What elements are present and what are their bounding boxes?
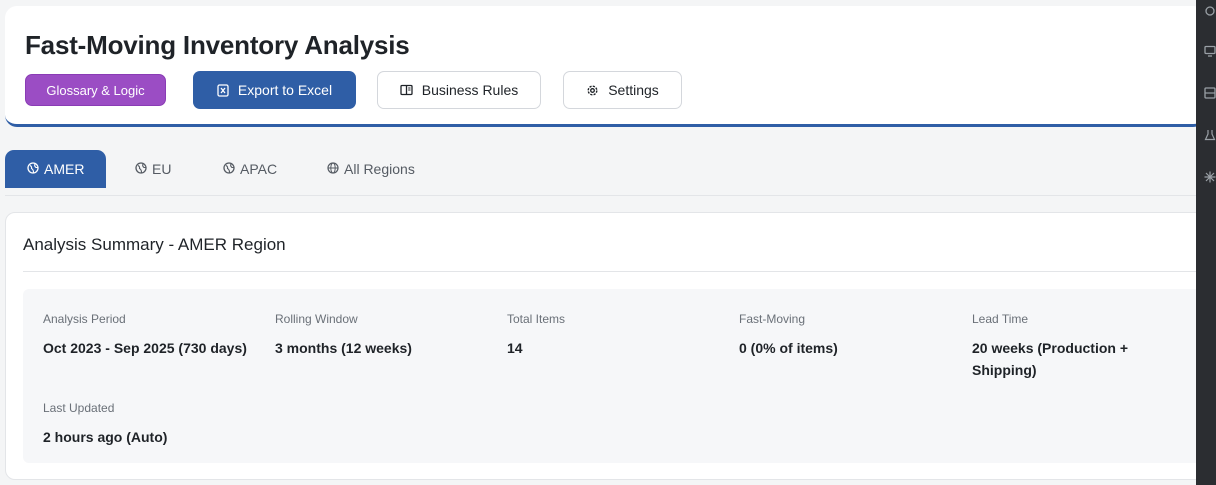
tab-all-regions[interactable]: All Regions — [327, 150, 415, 188]
stat-value: 3 months (12 weeks) — [275, 340, 412, 356]
tab-eu-label: EU — [152, 161, 172, 177]
globe-icon — [135, 161, 147, 177]
stat-label: Fast-Moving — [739, 312, 806, 326]
business-rules-button[interactable]: Business Rules — [377, 71, 541, 109]
stat-value: 20 weeks (Production + Shipping) — [972, 340, 1128, 378]
summary-title: Analysis Summary - AMER Region — [23, 235, 286, 254]
stat-value: Oct 2023 - Sep 2025 (730 days) — [43, 340, 247, 356]
stat-label: Rolling Window — [275, 312, 358, 326]
page-title: Fast-Moving Inventory Analysis — [25, 30, 410, 60]
stat-value: 14 — [507, 340, 523, 356]
stat-rolling-window: Rolling Window 3 months (12 weeks) — [275, 312, 490, 359]
export-excel-button[interactable]: Export to Excel — [193, 71, 356, 109]
glossary-button[interactable]: Glossary & Logic — [25, 74, 166, 106]
stat-lead-time: Lead Time 20 weeks (Production + Shippin… — [972, 312, 1162, 381]
region-tabs: AMER EU APAC All Regions — [5, 150, 1205, 196]
excel-icon — [217, 83, 229, 97]
toolbar-tool-icon[interactable] — [1204, 4, 1216, 16]
stat-fast-moving: Fast-Moving 0 (0% of items) — [739, 312, 954, 359]
analysis-summary-card: Analysis Summary - AMER Region Analysis … — [5, 212, 1205, 480]
gear-icon — [586, 84, 599, 97]
sparkle-icon[interactable] — [1204, 170, 1216, 183]
world-grid-icon — [327, 161, 339, 177]
tab-amer[interactable]: AMER — [5, 150, 107, 188]
header-card: Fast-Moving Inventory Analysis Glossary … — [5, 6, 1205, 127]
globe-icon — [223, 161, 235, 177]
stat-value: 2 hours ago (Auto) — [43, 429, 168, 445]
divider — [23, 271, 1203, 272]
flask-icon[interactable] — [1204, 128, 1216, 141]
stat-last-updated: Last Updated 2 hours ago (Auto) — [43, 401, 258, 448]
side-toolbar — [1196, 0, 1216, 485]
stat-label: Analysis Period — [43, 312, 126, 326]
stat-label: Last Updated — [43, 401, 115, 415]
tab-apac[interactable]: APAC — [223, 150, 277, 188]
stat-total-items: Total Items 14 — [507, 312, 722, 359]
stat-label: Total Items — [507, 312, 566, 326]
tab-amer-label: AMER — [44, 161, 85, 177]
tab-all-label: All Regions — [344, 161, 415, 177]
globe-icon — [27, 161, 39, 177]
glossary-button-label: Glossary & Logic — [46, 82, 145, 98]
stat-analysis-period: Analysis Period Oct 2023 - Sep 2025 (730… — [43, 312, 258, 359]
tab-apac-label: APAC — [240, 161, 278, 177]
monitor-icon[interactable] — [1204, 44, 1216, 57]
settings-label: Settings — [608, 82, 659, 98]
layout-icon[interactable] — [1204, 86, 1216, 99]
book-icon — [400, 84, 413, 96]
page: Fast-Moving Inventory Analysis Glossary … — [0, 0, 1216, 485]
stat-value: 0 (0% of items) — [739, 340, 838, 356]
settings-button[interactable]: Settings — [563, 71, 682, 109]
tab-eu[interactable]: EU — [135, 150, 171, 188]
business-rules-label: Business Rules — [421, 82, 519, 98]
export-button-label: Export to Excel — [237, 82, 333, 98]
stat-label: Lead Time — [972, 312, 1029, 326]
summary-stats-panel: Analysis Period Oct 2023 - Sep 2025 (730… — [23, 289, 1203, 463]
